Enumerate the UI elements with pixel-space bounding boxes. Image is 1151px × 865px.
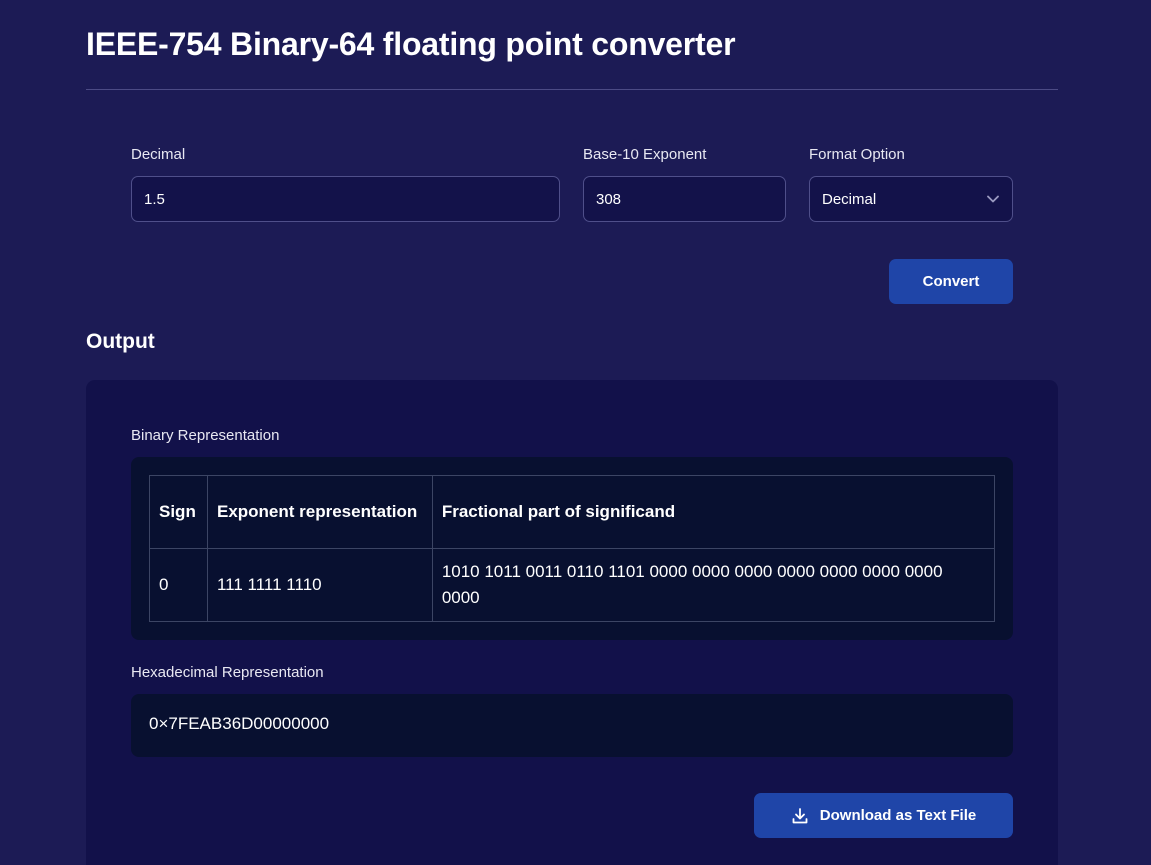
sign-header: Sign [149, 475, 208, 549]
binary-representation-label: Binary Representation [131, 427, 280, 444]
chevron-down-icon [986, 192, 1000, 206]
page-title: IEEE-754 Binary-64 floating point conver… [86, 26, 736, 62]
decimal-input[interactable] [144, 190, 547, 208]
format-option-value: Decimal [822, 190, 877, 208]
download-button[interactable]: Download as Text File [754, 793, 1013, 838]
table-row: 0 111 1111 1110 1010 1011 0011 0110 1101… [149, 548, 996, 622]
hexadecimal-representation-label: Hexadecimal Representation [131, 664, 324, 681]
fraction-cell: 1010 1011 0011 0110 1101 0000 0000 0000 … [431, 548, 996, 622]
binary-table: Sign Exponent representation Fractional … [149, 475, 996, 622]
exponent-field[interactable] [583, 176, 786, 222]
download-button-label: Download as Text File [819, 807, 977, 824]
converter-page: IEEE-754 Binary-64 floating point conver… [0, 0, 1151, 865]
sign-cell: 0 [149, 548, 208, 622]
decimal-label: Decimal [131, 146, 186, 163]
hex-value: 0×7FEAB36D00000000 [149, 714, 330, 733]
exponent-label: Base-10 Exponent [583, 146, 707, 163]
table-header-row: Sign Exponent representation Fractional … [149, 475, 996, 549]
format-option-label: Format Option [809, 146, 905, 163]
output-title: Output [86, 330, 155, 353]
exponent-header: Exponent representation [206, 475, 433, 549]
convert-button-label: Convert [922, 273, 980, 290]
exponent-input[interactable] [596, 190, 773, 208]
format-option-select[interactable]: Decimal [809, 176, 1013, 222]
decimal-field[interactable] [131, 176, 560, 222]
exponent-cell: 111 1111 1110 [206, 548, 433, 622]
convert-button[interactable]: Convert [889, 259, 1013, 304]
title-divider [86, 89, 1058, 90]
download-icon [791, 807, 809, 825]
fraction-header: Fractional part of significand [431, 475, 996, 549]
